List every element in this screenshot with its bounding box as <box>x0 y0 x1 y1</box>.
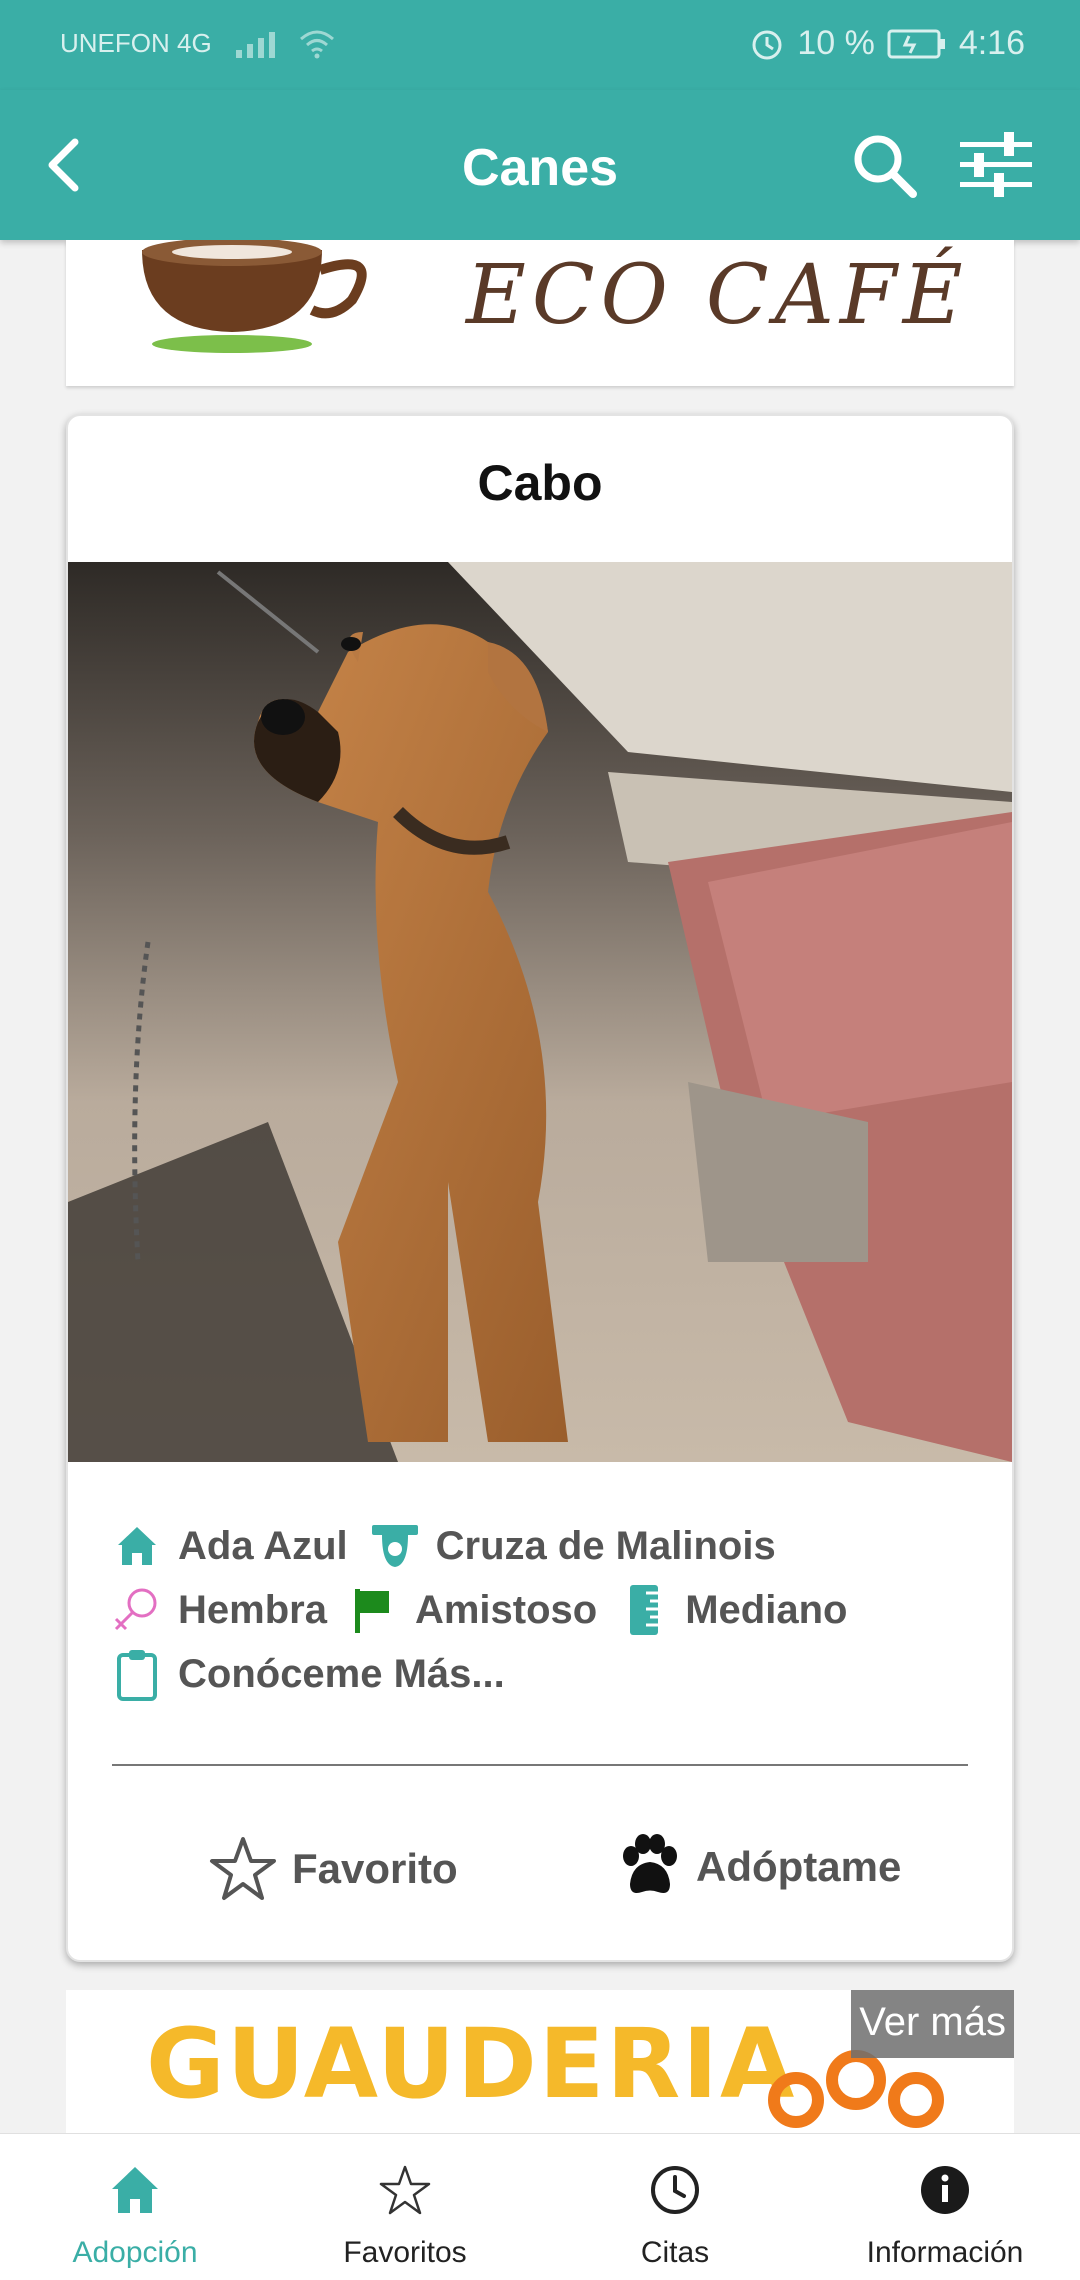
home-icon <box>105 2160 165 2220</box>
sponsor-name: ECO CAFÉ <box>466 248 969 343</box>
carrier-label: UNEFON 4G <box>60 28 212 58</box>
nav-label: Adopción <box>72 2236 198 2269</box>
card-divider <box>112 1764 968 1766</box>
nav-label: Favoritos <box>343 2236 467 2269</box>
adopt-label: Adóptame <box>696 1843 902 1890</box>
adopt-button[interactable]: Adóptame <box>616 1834 901 1900</box>
shelter-name: Ada Azul <box>178 1523 348 1568</box>
back-button[interactable] <box>30 130 100 200</box>
sex-label: Hembra <box>178 1587 327 1632</box>
attr-shelter: Ada Azul <box>112 1519 348 1573</box>
temperament-label: Amistoso <box>414 1587 598 1632</box>
favorite-label: Favorito <box>292 1845 458 1892</box>
signal-icon <box>235 30 275 58</box>
attr-temperament: Amistoso <box>349 1583 597 1637</box>
nav-adopcion[interactable]: Adopción <box>0 2134 270 2280</box>
star-outline-icon <box>210 1837 276 1900</box>
star-icon <box>375 2160 435 2220</box>
favorite-button[interactable]: Favorito <box>208 1834 458 1904</box>
flag-icon <box>349 1583 399 1637</box>
attr-size: Mediano <box>619 1583 847 1637</box>
back-arrow-icon <box>48 138 79 192</box>
collar-tag-icon <box>370 1519 420 1573</box>
sliders-icon <box>960 132 1032 197</box>
nav-informacion[interactable]: Información <box>810 2134 1080 2280</box>
attr-breed: Cruza de Malinois <box>370 1519 776 1573</box>
pet-photo[interactable] <box>68 562 1012 1462</box>
nav-label: Citas <box>640 2236 710 2269</box>
nav-label: Información <box>866 2236 1024 2269</box>
nav-citas[interactable]: Citas <box>540 2134 810 2280</box>
attr-row-2: Hembra Amistoso Mediano <box>112 1580 869 1640</box>
sponsor-banner-eco-cafe[interactable]: ECO CAFÉ <box>66 240 1014 386</box>
status-right: 10 % 4:16 <box>749 24 1025 63</box>
more-info-label: Conóceme Más... <box>178 1651 505 1696</box>
alarm-icon <box>752 30 782 59</box>
info-icon <box>915 2160 975 2220</box>
clipboard-icon <box>112 1647 162 1701</box>
pet-card[interactable]: Cabo Ada Azul Cruza de Malinois Hembra A… <box>66 414 1014 1962</box>
home-icon <box>112 1519 162 1573</box>
female-icon <box>112 1583 162 1637</box>
attr-row-3[interactable]: Conóceme Más... <box>112 1644 527 1704</box>
wifi-icon <box>299 30 334 58</box>
status-bar: UNEFON 4G 10 % 4:16 <box>0 0 1080 90</box>
app-bar: Canes <box>0 90 1080 240</box>
status-left: UNEFON 4G <box>60 28 335 59</box>
coffee-cup-logo <box>142 240 367 353</box>
attr-sex: Hembra <box>112 1583 327 1637</box>
paw-logo <box>768 2050 944 2128</box>
battery-icon <box>887 29 945 58</box>
clock-time: 4:16 <box>958 24 1025 62</box>
adoption-list[interactable]: ECO CAFÉ Cabo Ada Azul Cruza de Malinois… <box>0 240 1080 2133</box>
search-button[interactable] <box>845 126 925 206</box>
sponsor-banner-guauderia[interactable]: GUAUDERIA Ver más <box>66 1990 1014 2133</box>
see-more-button[interactable]: Ver más <box>851 1990 1014 2058</box>
nav-favoritos[interactable]: Favoritos <box>270 2134 540 2280</box>
search-icon <box>854 135 917 198</box>
bottom-nav: Adopción Favoritos Citas Información <box>0 2133 1080 2280</box>
pet-name: Cabo <box>477 455 603 511</box>
battery-percent: 10 % <box>797 24 875 62</box>
sponsor-name: GUAUDERIA <box>146 2008 797 2120</box>
paw-icon <box>623 1834 677 1893</box>
breed-name: Cruza de Malinois <box>435 1523 776 1568</box>
more-info-link[interactable]: Conóceme Más... <box>112 1647 505 1701</box>
clock-icon <box>645 2160 705 2220</box>
ruler-icon <box>619 1583 669 1637</box>
filter-button[interactable] <box>950 126 1040 206</box>
size-label: Mediano <box>685 1587 848 1632</box>
attr-row-1: Ada Azul Cruza de Malinois <box>112 1516 798 1576</box>
